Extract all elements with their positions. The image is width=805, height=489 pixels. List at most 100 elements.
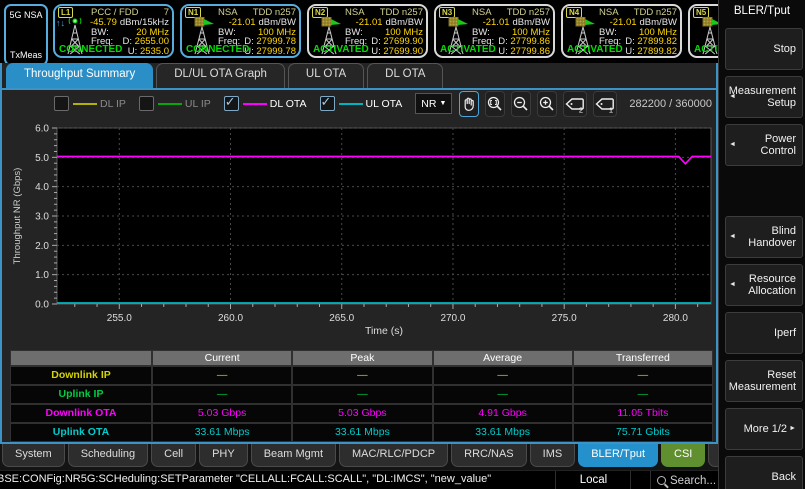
config-tab[interactable]: Scheduling	[68, 444, 148, 467]
table-cell: —	[574, 367, 712, 384]
ul-freq-value: 27999.78	[256, 46, 296, 57]
throughput-chart[interactable]: 255.0260.0265.0270.0275.0280.00.01.02.03…	[8, 118, 715, 348]
view-tab[interactable]: UL OTA	[288, 63, 364, 88]
series-color-swatch	[73, 103, 97, 105]
svg-text:5.0: 5.0	[35, 153, 49, 164]
config-tab[interactable]: PHY	[199, 444, 248, 467]
svg-text:270.0: 270.0	[440, 313, 465, 324]
table-cell: 5.03 Gbps	[153, 405, 291, 422]
series-label: UL OTA	[366, 98, 403, 110]
table-cell: —	[434, 386, 572, 403]
marker-1-icon: 1	[594, 95, 616, 113]
series-checkbox[interactable]	[139, 96, 154, 111]
softkey-button[interactable]: ◄ Stop ►	[725, 28, 803, 70]
statusbar-divider	[630, 471, 651, 489]
view-tab[interactable]: DL/UL OTA Graph	[156, 63, 285, 88]
svg-text:Time (s): Time (s)	[365, 325, 403, 337]
series-checkbox[interactable]	[320, 96, 335, 111]
cell-status-card: N1 ↑↓ NSATDD n257 -21.01dBm/BW BW:100 MH…	[180, 4, 301, 58]
mode-line2: TxMeas	[10, 50, 42, 60]
softkey-button[interactable]: ◄ Back ►	[725, 456, 803, 489]
view-tab-label: UL OTA	[306, 68, 346, 80]
config-tab-label: System	[15, 448, 52, 460]
table-cell: 11.05 Tbits	[574, 405, 712, 422]
config-tab[interactable]: Beam Mgmt	[251, 444, 336, 467]
throughput-stats-table: CurrentPeakAverageTransferredDownlink IP…	[10, 350, 713, 442]
softkey-button[interactable]: ◄ Resource Allocation ►	[725, 264, 803, 306]
svg-text:Throughput NR (Gbps): Throughput NR (Gbps)	[12, 168, 23, 265]
zoom-in-button[interactable]	[537, 91, 557, 117]
softkey-buttons: ◄ Stop ► ◄ Measurement Setup ► ◄ Power C…	[719, 28, 805, 489]
series-color-swatch	[339, 103, 363, 105]
softkey-button[interactable]: ◄ Reset Measurement ►	[725, 360, 803, 402]
softkey-button[interactable]: ◄ More 1/2 ►	[725, 408, 803, 450]
view-tabs: Throughput Summary DL/UL OTA Graph UL OTA D…	[2, 63, 716, 90]
softkey-button[interactable]: ◄ Power Control ►	[725, 124, 803, 166]
cell-status-text: CONNECTED	[59, 44, 122, 55]
zoom-out-button[interactable]	[511, 91, 531, 117]
svg-text:255.0: 255.0	[107, 313, 132, 324]
series-color-swatch	[158, 103, 182, 105]
svg-text:260.0: 260.0	[218, 313, 243, 324]
chevron-down-icon: ▼	[439, 100, 446, 107]
zoom-in-icon	[538, 95, 556, 113]
config-tab-label: Beam Mgmt	[264, 448, 323, 460]
config-tab[interactable]: Cell	[151, 444, 196, 467]
cell-status-text: ACTIVATED	[313, 44, 369, 55]
chart-legend: DL IP UL IP DL OTA UL OTA	[54, 96, 415, 111]
config-tab-label: MAC/RLC/PDCP	[352, 448, 435, 460]
svg-text:2: 2	[579, 105, 583, 113]
softkey-label: More 1/2	[744, 423, 787, 436]
config-tab-label: CSI	[674, 448, 692, 460]
softkey-sidebar: BLER/Tput ◄ Stop ► ◄ Measurement Setup ►…	[718, 0, 805, 489]
config-tab-label: IMS	[543, 448, 563, 460]
chevron-left-icon: ◄	[729, 231, 736, 244]
view-tab[interactable]: Throughput Summary	[6, 63, 153, 88]
softkey-button[interactable]: ◄ Blind Handover ►	[725, 216, 803, 258]
softkey-label: Iperf	[774, 327, 796, 340]
config-tab[interactable]: System	[2, 444, 65, 467]
series-label: UL IP	[185, 98, 211, 110]
svg-text:3.0: 3.0	[35, 212, 49, 223]
softkey-button[interactable]: ◄ Measurement Setup ►	[725, 76, 803, 118]
cell-status-card: N3 ↑↓ NSATDD n257 -21.01dBm/BW BW:100 MH…	[434, 4, 555, 58]
softkey-button[interactable]: ◄ Iperf ►	[725, 312, 803, 354]
config-tab-label: Scheduling	[81, 448, 135, 460]
series-checkbox[interactable]	[224, 96, 239, 111]
config-tab[interactable]: BLER/Tput	[578, 444, 658, 467]
rat-select[interactable]: NR ▼	[415, 93, 452, 114]
rat-select-value: NR	[421, 98, 436, 110]
search-box[interactable]: Search...	[650, 471, 718, 489]
table-cell: —	[153, 367, 291, 384]
config-tab[interactable]: IMS	[530, 444, 576, 467]
throughput-panel: Throughput SummaryDL/UL OTA GraphUL OTAD…	[0, 63, 718, 444]
series-label: DL OTA	[270, 98, 307, 110]
view-tab-label: Throughput Summary	[24, 68, 135, 80]
chevron-right-icon: ►	[789, 423, 796, 436]
softkey-label: Power Control	[738, 133, 796, 158]
chevron-left-icon: ◄	[729, 279, 736, 292]
ul-freq-label: U:	[371, 46, 381, 57]
pan-tool-button[interactable]	[459, 91, 479, 117]
config-tab[interactable]: MAC/RLC/PDCP	[339, 444, 448, 467]
cell-status-text: ACTIVATED	[440, 44, 496, 55]
table-row-label: Downlink OTA	[11, 405, 151, 422]
svg-text:275.0: 275.0	[552, 313, 577, 324]
marker-1-button[interactable]: 1	[593, 91, 617, 117]
marker-2-button[interactable]: 2	[563, 91, 587, 117]
softkey-label: Stop	[773, 43, 796, 56]
series-color-swatch	[243, 103, 267, 105]
config-tab[interactable]: RRC/NAS	[451, 444, 527, 467]
ul-freq-label: U:	[498, 46, 508, 57]
local-remote-indicator[interactable]: Local	[555, 471, 631, 489]
view-tab[interactable]: DL OTA	[367, 63, 443, 88]
zoom-fit-button[interactable]	[485, 91, 505, 117]
mode-line1: 5G NSA	[9, 10, 42, 20]
cell-status-card: N5 ↑↓ ACTIVATED	[688, 4, 718, 58]
svg-text:2.0: 2.0	[35, 241, 49, 252]
svg-text:1: 1	[609, 105, 613, 113]
softkey-menu-title: BLER/Tput	[719, 0, 805, 22]
series-checkbox[interactable]	[54, 96, 69, 111]
search-icon	[657, 476, 666, 485]
config-tab[interactable]: CSI	[661, 444, 705, 467]
